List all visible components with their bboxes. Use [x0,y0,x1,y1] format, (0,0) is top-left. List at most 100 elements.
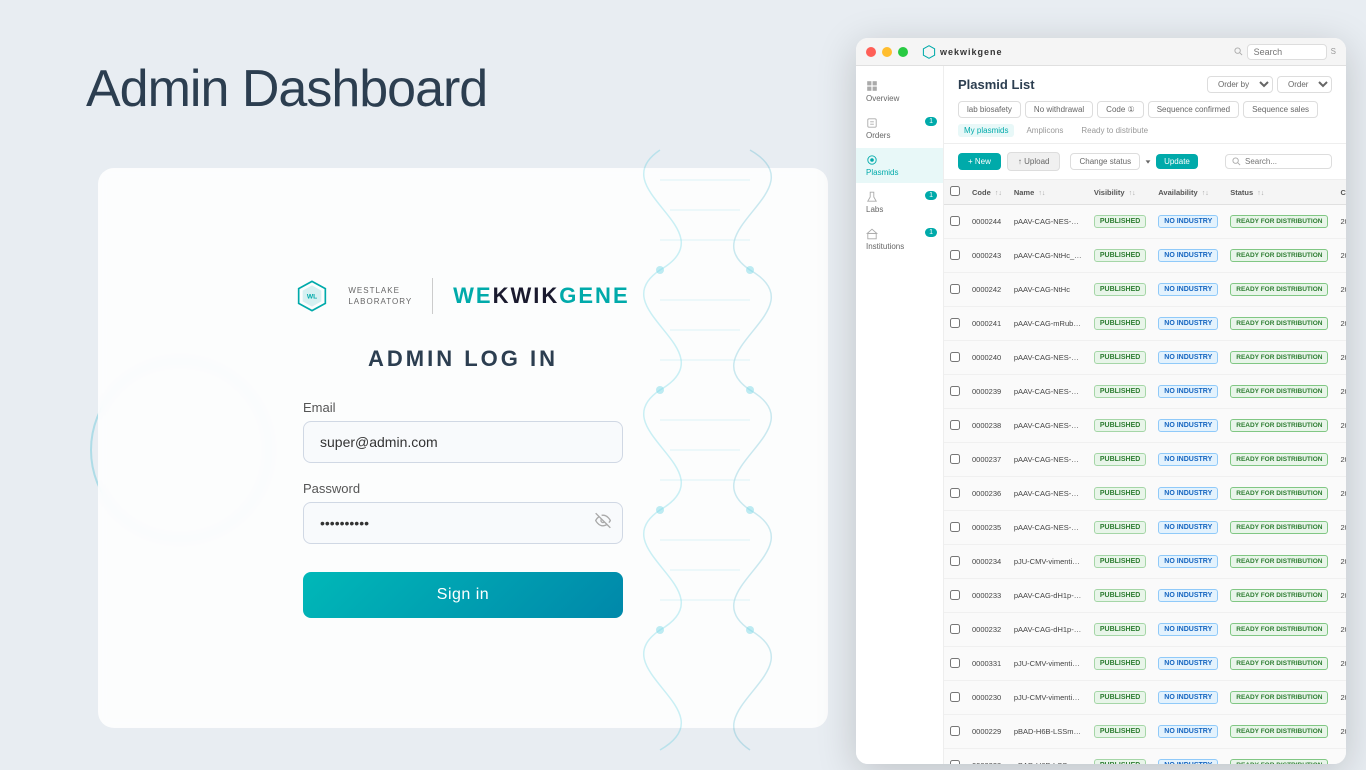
action-bar: + New ↑ Upload Change status Update [944,144,1346,180]
cell-date: 2023/02/23 [1334,409,1346,443]
status-actions: Change status Update [1070,153,1197,170]
table-row: 0000228 pBAD-H6B-LSSmScarlet2 PUBLISHED … [944,749,1346,765]
titlebar-brand: wekwikgene [922,45,1003,59]
cell-availability: NO INDUSTRY [1152,443,1224,477]
titlebar-search-input[interactable] [1247,44,1327,60]
row-checkbox[interactable] [950,760,960,765]
table-row: 0000240 pAAV-CAG-NES-YtHc PUBLISHED NO I… [944,341,1346,375]
table-body: 0000244 pAAV-CAG-NES-YtHc2 PUBLISHED NO … [944,205,1346,765]
titlebar-minimize-dot[interactable] [882,47,892,57]
sub-filter-amplicons[interactable]: Amplicons [1020,124,1069,137]
login-title: ADMIN LOG IN [368,346,558,372]
row-checkbox[interactable] [950,624,960,634]
filter-tabs: lab biosafety No withdrawal Code ① Seque… [958,101,1332,118]
row-checkbox[interactable] [950,522,960,532]
select-all-checkbox[interactable] [950,186,960,196]
filter-tab-code[interactable]: Code ① [1097,101,1144,118]
cell-date: 2023/02/23 [1334,205,1346,239]
dna-spiral-decoration: .dna-strand { fill: none; stroke-width: … [580,130,860,770]
row-checkbox[interactable] [950,250,960,260]
filter-tab-sequence[interactable]: Sequence confirmed [1148,101,1239,118]
row-checkbox[interactable] [950,352,960,362]
col-visibility[interactable]: Visibility ↑↓ [1088,180,1152,205]
row-checkbox[interactable] [950,556,960,566]
plasmids-icon [866,154,878,166]
filter-tab-biosafety[interactable]: lab biosafety [958,101,1021,118]
panel-sidebar: Overview Orders 1 Plasmids [856,66,944,764]
sidebar-item-institutions[interactable]: Institutions 1 [856,222,943,257]
cell-status: READY FOR DISTRIBUTION [1224,613,1334,647]
logo-divider [432,278,433,314]
sign-in-button[interactable]: Sign in [303,572,623,618]
cell-name: pAAV-CAG-NES-FRcAMP [1008,511,1088,545]
row-checkbox[interactable] [950,454,960,464]
cell-code: 0000240 [966,341,1008,375]
row-checkbox[interactable] [950,590,960,600]
cell-availability: NO INDUSTRY [1152,273,1224,307]
svg-text:WL: WL [307,294,317,301]
cell-code: 0000233 [966,579,1008,613]
labs-badge: 1 [925,191,937,200]
order-select[interactable]: Order [1277,76,1332,93]
cell-code: 0000237 [966,443,1008,477]
sidebar-item-overview[interactable]: Overview [856,74,943,109]
sidebar-labs-label: Labs [866,205,883,214]
cell-status: READY FOR DISTRIBUTION [1224,443,1334,477]
col-status[interactable]: Status ↑↓ [1224,180,1334,205]
table-row: 0000238 pAAV-CAG-NES-nHc-NES PUBLISHED N… [944,409,1346,443]
row-checkbox[interactable] [950,488,960,498]
sub-filter-ready[interactable]: Ready to distribute [1075,124,1154,137]
change-status-button[interactable]: Change status [1070,153,1140,170]
cell-name: pAAV-CAG-dH1p-LSSmScarlet [1008,579,1088,613]
panel-titlebar: wekwikgene S [856,38,1346,66]
row-checkbox[interactable] [950,726,960,736]
cell-date: 2023/02/23 [1334,749,1346,765]
cell-name: pAAV-CAG-NES-YtHc [1008,341,1088,375]
cell-date: 2023/02/23 [1334,273,1346,307]
cell-name: pAAV-CAG-NtHc [1008,273,1088,307]
cell-name: pBAD-H6B-LSSmScarlet2 [1008,749,1088,765]
update-button[interactable]: Update [1156,154,1198,169]
table-search-input[interactable] [1245,157,1325,166]
col-name[interactable]: Name ↑↓ [1008,180,1088,205]
titlebar-maximize-dot[interactable] [898,47,908,57]
upload-button[interactable]: ↑ Upload [1007,152,1061,171]
sidebar-plasmids-label: Plasmids [866,168,898,177]
cell-date: 2023/02/23 [1334,681,1346,715]
sidebar-item-orders[interactable]: Orders 1 [856,111,943,146]
new-button[interactable]: + New [958,153,1001,170]
titlebar-close-dot[interactable] [866,47,876,57]
cell-date: 2023/02/23 [1334,341,1346,375]
row-checkbox[interactable] [950,658,960,668]
cell-name: pAAV-CAG-NES-nHc-NES [1008,409,1088,443]
row-checkbox[interactable] [950,216,960,226]
row-checkbox[interactable] [950,420,960,430]
col-code[interactable]: Code ↑↓ [966,180,1008,205]
table-row: 0000243 pAAV-CAG-NtHc_T4GD+_2G2D+ PUBLIS… [944,239,1346,273]
row-checkbox[interactable] [950,386,960,396]
cell-date: 2023/02/23 [1334,579,1346,613]
email-field[interactable] [303,421,623,463]
cell-date: 2023/02/23 [1334,715,1346,749]
cell-visibility: PUBLISHED [1088,613,1152,647]
titlebar-search: S [1234,44,1336,60]
col-date[interactable]: Creation date ↑↓ [1334,180,1346,205]
sub-filter-my-plasmids[interactable]: My plasmids [958,124,1014,137]
row-checkbox[interactable] [950,318,960,328]
order-by-select[interactable]: Order by [1207,76,1273,93]
cell-code: 0000242 [966,273,1008,307]
cell-availability: NO INDUSTRY [1152,205,1224,239]
sidebar-item-labs[interactable]: Labs 1 [856,185,943,220]
row-checkbox[interactable] [950,692,960,702]
col-availability[interactable]: Availability ↑↓ [1152,180,1224,205]
filter-tab-sales[interactable]: Sequence sales [1243,101,1318,118]
cell-code: 0000239 [966,375,1008,409]
panel-body: Overview Orders 1 Plasmids [856,66,1346,764]
table-row: 0000236 pAAV-CAG-NES-FRcAMP PUBLISHED NO… [944,477,1346,511]
sidebar-item-plasmids[interactable]: Plasmids [856,148,943,183]
westlake-label: WESTLAKELABORATORY [348,285,412,307]
row-checkbox[interactable] [950,284,960,294]
cell-name: pAAV-CAG-NES-YtHc2 [1008,205,1088,239]
password-field[interactable] [303,502,623,544]
filter-tab-withdrawal[interactable]: No withdrawal [1025,101,1093,118]
